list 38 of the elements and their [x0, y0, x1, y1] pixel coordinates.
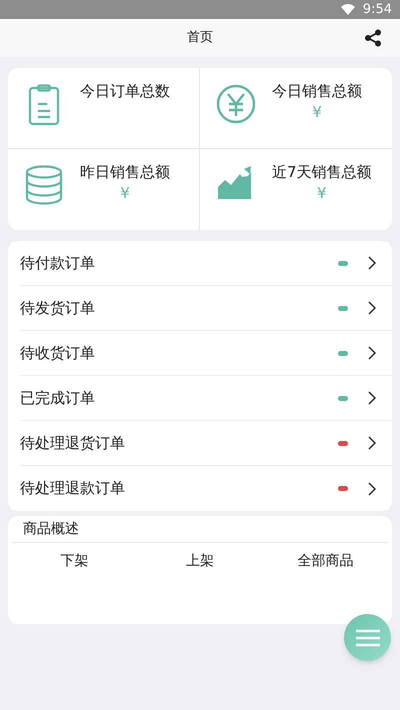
order-row[interactable]: 待付款订单: [20, 241, 392, 286]
stat-value: ¥: [317, 184, 327, 202]
chevron-right-icon: [368, 256, 376, 270]
order-row[interactable]: 待发货订单: [20, 286, 392, 331]
order-label: 待处理退款订单: [20, 478, 126, 500]
database-icon: [25, 165, 63, 205]
order-row[interactable]: 待处理退款订单: [20, 466, 392, 511]
order-label: 待收货订单: [20, 342, 96, 364]
page-title: 首页: [187, 29, 213, 48]
order-row[interactable]: 待处理退货订单: [20, 421, 392, 466]
order-row[interactable]: 待收货订单: [20, 331, 392, 376]
chevron-right-icon: [368, 436, 376, 450]
order-label: 待处理退货订单: [20, 432, 126, 454]
product-stat-label: 下架: [60, 552, 90, 571]
yen-coin-icon: [216, 84, 256, 124]
status-time: 9:54: [362, 0, 392, 19]
product-stat-label: 上架: [184, 552, 215, 571]
chevron-right-icon: [368, 301, 376, 315]
stat-label: 今日订单总数: [80, 81, 170, 102]
clipboard-icon: [28, 84, 60, 126]
stat-label: 今日销售总额: [272, 81, 362, 102]
chevron-right-icon: [368, 391, 376, 405]
order-label: 已完成订单: [20, 388, 96, 409]
share-button[interactable]: [364, 29, 382, 47]
stat-label: 近7天销售总额: [272, 162, 372, 183]
chevron-right-icon: [368, 346, 376, 360]
order-label: 待付款订单: [20, 252, 96, 274]
wifi-icon: [340, 4, 355, 15]
product-stat-label: 全部商品: [296, 552, 354, 571]
chevron-right-icon: [368, 482, 376, 496]
stat-label: 昨日销售总额: [80, 162, 170, 183]
trend-chart-icon: [218, 165, 254, 199]
stat-value: ¥: [312, 102, 322, 122]
section-title: 商品概述: [23, 520, 79, 539]
order-label: 待发货订单: [20, 298, 96, 319]
menu-icon: [356, 628, 380, 646]
stat-value: ¥: [120, 184, 130, 202]
order-row[interactable]: 已完成订单: [20, 376, 392, 421]
